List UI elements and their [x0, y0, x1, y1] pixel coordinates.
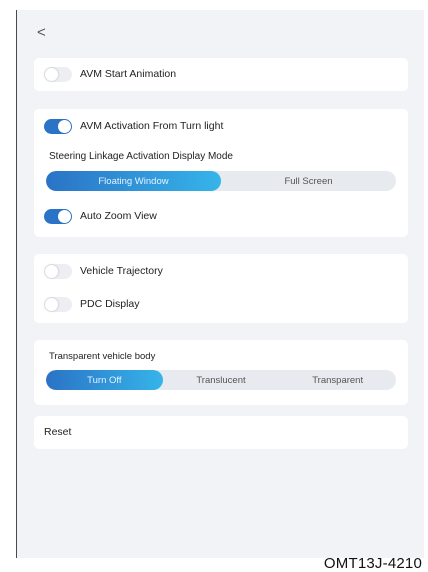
row-turn-light-activation[interactable]: AVM Activation From Turn light [34, 111, 408, 141]
avm-start-animation-toggle[interactable] [44, 66, 72, 82]
toggle-knob [58, 209, 71, 223]
transparent-body-option-transparent[interactable]: Transparent [279, 370, 396, 390]
card-activation: AVM Activation From Turn light Steering … [34, 109, 408, 237]
vehicle-trajectory-toggle[interactable] [44, 263, 72, 279]
row-vehicle-trajectory[interactable]: Vehicle Trajectory [34, 256, 408, 286]
row-auto-zoom-view[interactable]: Auto Zoom View [34, 201, 408, 231]
transparent-body-option-translucent[interactable]: Translucent [163, 370, 280, 390]
avm-start-animation-label: AVM Start Animation [80, 68, 177, 80]
turn-light-activation-label: AVM Activation From Turn light [80, 120, 224, 132]
settings-panel: < AVM Start Animation AVM Activation Fro… [16, 10, 424, 558]
transparent-body-label: Transparent vehicle body [49, 351, 156, 362]
transparent-body-option-turn-off[interactable]: Turn Off [46, 370, 163, 390]
card-reset[interactable]: Reset [34, 416, 408, 449]
pdc-display-label: PDC Display [80, 298, 140, 310]
turn-light-activation-toggle[interactable] [44, 118, 72, 134]
reset-button[interactable]: Reset [44, 426, 71, 438]
steering-mode-option-floating-window[interactable]: Floating Window [46, 171, 221, 191]
card-transparent-body: Transparent vehicle body Turn Off Transl… [34, 340, 408, 405]
steering-mode-option-full-screen[interactable]: Full Screen [221, 171, 396, 191]
card-avm-start: AVM Start Animation [34, 58, 408, 91]
back-icon[interactable]: < [37, 24, 55, 42]
toggle-knob [45, 67, 58, 81]
toggle-knob [45, 264, 58, 278]
pdc-display-toggle[interactable] [44, 296, 72, 312]
row-avm-start-animation[interactable]: AVM Start Animation [34, 59, 408, 89]
card-trajectory: Vehicle Trajectory PDC Display [34, 254, 408, 323]
figure-code: OMT13J-4210 [323, 555, 422, 572]
steering-mode-label: Steering Linkage Activation Display Mode [49, 151, 233, 162]
toggle-knob [45, 297, 58, 311]
auto-zoom-view-label: Auto Zoom View [80, 210, 157, 222]
toggle-knob [58, 119, 71, 133]
steering-mode-segmented-control: Floating Window Full Screen [46, 171, 396, 191]
auto-zoom-view-toggle[interactable] [44, 208, 72, 224]
transparent-body-segmented-control: Turn Off Translucent Transparent [46, 370, 396, 390]
row-pdc-display[interactable]: PDC Display [34, 289, 408, 319]
vehicle-trajectory-label: Vehicle Trajectory [80, 265, 163, 277]
